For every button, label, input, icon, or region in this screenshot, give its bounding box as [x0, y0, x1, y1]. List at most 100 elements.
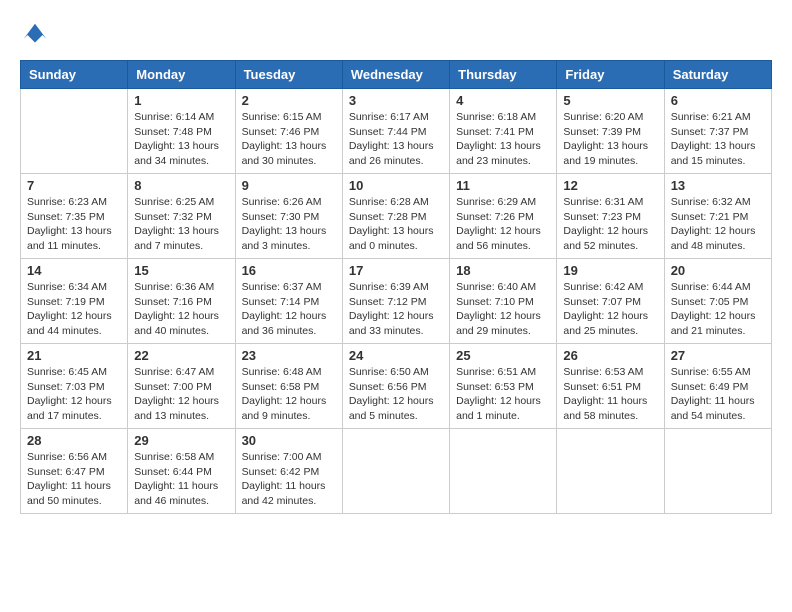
calendar-cell: 29 Sunrise: 6:58 AM Sunset: 6:44 PM Dayli… — [128, 429, 235, 514]
day-number: 17 — [349, 263, 443, 278]
day-info: Sunrise: 6:50 AM Sunset: 6:56 PM Dayligh… — [349, 365, 443, 424]
day-info: Sunrise: 6:42 AM Sunset: 7:07 PM Dayligh… — [563, 280, 657, 339]
calendar-cell: 25 Sunrise: 6:51 AM Sunset: 6:53 PM Dayli… — [450, 344, 557, 429]
calendar-table: SundayMondayTuesdayWednesdayThursdayFrid… — [20, 60, 772, 514]
calendar-cell: 1Sunrise: 6:14 AM Sunset: 7:48 PM Daylig… — [128, 89, 235, 174]
calendar-cell: 13 Sunrise: 6:32 AM Sunset: 7:21 PM Dayli… — [664, 174, 771, 259]
day-info: Sunrise: 6:23 AM Sunset: 7:35 PM Dayligh… — [27, 195, 121, 254]
day-number: 29 — [134, 433, 228, 448]
calendar-cell: 21Sunrise: 6:45 AM Sunset: 7:03 PM Dayli… — [21, 344, 128, 429]
day-header-wednesday: Wednesday — [342, 61, 449, 89]
day-info: Sunrise: 6:25 AM Sunset: 7:32 PM Dayligh… — [134, 195, 228, 254]
day-number: 1 — [134, 93, 228, 108]
day-number: 4 — [456, 93, 550, 108]
day-info: Sunrise: 6:45 AM Sunset: 7:03 PM Dayligh… — [27, 365, 121, 424]
day-number: 23 — [242, 348, 336, 363]
day-number: 13 — [671, 178, 765, 193]
day-info: Sunrise: 6:15 AM Sunset: 7:46 PM Dayligh… — [242, 110, 336, 169]
day-info: Sunrise: 6:26 AM Sunset: 7:30 PM Dayligh… — [242, 195, 336, 254]
day-info: Sunrise: 6:58 AM Sunset: 6:44 PM Dayligh… — [134, 450, 228, 509]
calendar-cell: 14Sunrise: 6:34 AM Sunset: 7:19 PM Dayli… — [21, 259, 128, 344]
day-info: Sunrise: 6:53 AM Sunset: 6:51 PM Dayligh… — [563, 365, 657, 424]
calendar-cell: 23 Sunrise: 6:48 AM Sunset: 6:58 PM Dayli… — [235, 344, 342, 429]
calendar-cell: 27Sunrise: 6:55 AM Sunset: 6:49 PM Dayli… — [664, 344, 771, 429]
day-info: Sunrise: 6:48 AM Sunset: 6:58 PM Dayligh… — [242, 365, 336, 424]
day-info: Sunrise: 6:37 AM Sunset: 7:14 PM Dayligh… — [242, 280, 336, 339]
header-row: SundayMondayTuesdayWednesdayThursdayFrid… — [21, 61, 772, 89]
day-number: 18 — [456, 263, 550, 278]
week-row-5: 28 Sunrise: 6:56 AM Sunset: 6:47 PM Dayli… — [21, 429, 772, 514]
calendar-cell: 16 Sunrise: 6:37 AM Sunset: 7:14 PM Dayli… — [235, 259, 342, 344]
calendar-cell: 22 Sunrise: 6:47 AM Sunset: 7:00 PM Dayli… — [128, 344, 235, 429]
day-header-friday: Friday — [557, 61, 664, 89]
calendar-cell: 19 Sunrise: 6:42 AM Sunset: 7:07 PM Dayli… — [557, 259, 664, 344]
calendar-cell: 15Sunrise: 6:36 AM Sunset: 7:16 PM Dayli… — [128, 259, 235, 344]
day-number: 6 — [671, 93, 765, 108]
day-number: 11 — [456, 178, 550, 193]
day-info: Sunrise: 6:18 AM Sunset: 7:41 PM Dayligh… — [456, 110, 550, 169]
day-number: 9 — [242, 178, 336, 193]
day-number: 25 — [456, 348, 550, 363]
day-number: 16 — [242, 263, 336, 278]
day-info: Sunrise: 6:39 AM Sunset: 7:12 PM Dayligh… — [349, 280, 443, 339]
day-number: 12 — [563, 178, 657, 193]
calendar-cell — [450, 429, 557, 514]
calendar-cell: 26 Sunrise: 6:53 AM Sunset: 6:51 PM Dayli… — [557, 344, 664, 429]
day-number: 5 — [563, 93, 657, 108]
calendar-cell: 20Sunrise: 6:44 AM Sunset: 7:05 PM Dayli… — [664, 259, 771, 344]
day-number: 8 — [134, 178, 228, 193]
calendar-cell: 5 Sunrise: 6:20 AM Sunset: 7:39 PM Daylig… — [557, 89, 664, 174]
calendar-cell: 18Sunrise: 6:40 AM Sunset: 7:10 PM Dayli… — [450, 259, 557, 344]
calendar-cell: 4 Sunrise: 6:18 AM Sunset: 7:41 PM Daylig… — [450, 89, 557, 174]
day-info: Sunrise: 6:28 AM Sunset: 7:28 PM Dayligh… — [349, 195, 443, 254]
day-info: Sunrise: 6:36 AM Sunset: 7:16 PM Dayligh… — [134, 280, 228, 339]
week-row-4: 21Sunrise: 6:45 AM Sunset: 7:03 PM Dayli… — [21, 344, 772, 429]
day-info: Sunrise: 6:32 AM Sunset: 7:21 PM Dayligh… — [671, 195, 765, 254]
day-header-sunday: Sunday — [21, 61, 128, 89]
calendar-cell — [664, 429, 771, 514]
calendar-cell: 2 Sunrise: 6:15 AM Sunset: 7:46 PM Daylig… — [235, 89, 342, 174]
day-info: Sunrise: 6:17 AM Sunset: 7:44 PM Dayligh… — [349, 110, 443, 169]
week-row-1: 1Sunrise: 6:14 AM Sunset: 7:48 PM Daylig… — [21, 89, 772, 174]
calendar-cell: 24 Sunrise: 6:50 AM Sunset: 6:56 PM Dayli… — [342, 344, 449, 429]
day-number: 24 — [349, 348, 443, 363]
day-info: Sunrise: 6:21 AM Sunset: 7:37 PM Dayligh… — [671, 110, 765, 169]
page-header — [20, 20, 772, 50]
calendar-cell: 8 Sunrise: 6:25 AM Sunset: 7:32 PM Daylig… — [128, 174, 235, 259]
calendar-cell: 12 Sunrise: 6:31 AM Sunset: 7:23 PM Dayli… — [557, 174, 664, 259]
day-number: 2 — [242, 93, 336, 108]
day-number: 3 — [349, 93, 443, 108]
week-row-2: 7Sunrise: 6:23 AM Sunset: 7:35 PM Daylig… — [21, 174, 772, 259]
day-number: 22 — [134, 348, 228, 363]
calendar-cell: 30 Sunrise: 7:00 AM Sunset: 6:42 PM Dayli… — [235, 429, 342, 514]
day-number: 14 — [27, 263, 121, 278]
day-number: 10 — [349, 178, 443, 193]
calendar-cell — [342, 429, 449, 514]
day-info: Sunrise: 6:47 AM Sunset: 7:00 PM Dayligh… — [134, 365, 228, 424]
day-number: 20 — [671, 263, 765, 278]
calendar-cell — [557, 429, 664, 514]
day-header-saturday: Saturday — [664, 61, 771, 89]
calendar-cell: 7Sunrise: 6:23 AM Sunset: 7:35 PM Daylig… — [21, 174, 128, 259]
calendar-cell: 17 Sunrise: 6:39 AM Sunset: 7:12 PM Dayli… — [342, 259, 449, 344]
day-number: 27 — [671, 348, 765, 363]
week-row-3: 14Sunrise: 6:34 AM Sunset: 7:19 PM Dayli… — [21, 259, 772, 344]
day-number: 30 — [242, 433, 336, 448]
calendar-cell: 3 Sunrise: 6:17 AM Sunset: 7:44 PM Daylig… — [342, 89, 449, 174]
calendar-cell: 28 Sunrise: 6:56 AM Sunset: 6:47 PM Dayli… — [21, 429, 128, 514]
day-info: Sunrise: 6:56 AM Sunset: 6:47 PM Dayligh… — [27, 450, 121, 509]
calendar-cell: 9 Sunrise: 6:26 AM Sunset: 7:30 PM Daylig… — [235, 174, 342, 259]
day-header-monday: Monday — [128, 61, 235, 89]
day-info: Sunrise: 6:31 AM Sunset: 7:23 PM Dayligh… — [563, 195, 657, 254]
day-info: Sunrise: 6:29 AM Sunset: 7:26 PM Dayligh… — [456, 195, 550, 254]
calendar-cell: 6 Sunrise: 6:21 AM Sunset: 7:37 PM Daylig… — [664, 89, 771, 174]
logo — [20, 20, 54, 50]
logo-icon — [20, 20, 50, 50]
calendar-cell: 10 Sunrise: 6:28 AM Sunset: 7:28 PM Dayli… — [342, 174, 449, 259]
day-info: Sunrise: 6:51 AM Sunset: 6:53 PM Dayligh… — [456, 365, 550, 424]
day-number: 19 — [563, 263, 657, 278]
day-number: 26 — [563, 348, 657, 363]
day-info: Sunrise: 7:00 AM Sunset: 6:42 PM Dayligh… — [242, 450, 336, 509]
day-number: 28 — [27, 433, 121, 448]
day-info: Sunrise: 6:20 AM Sunset: 7:39 PM Dayligh… — [563, 110, 657, 169]
